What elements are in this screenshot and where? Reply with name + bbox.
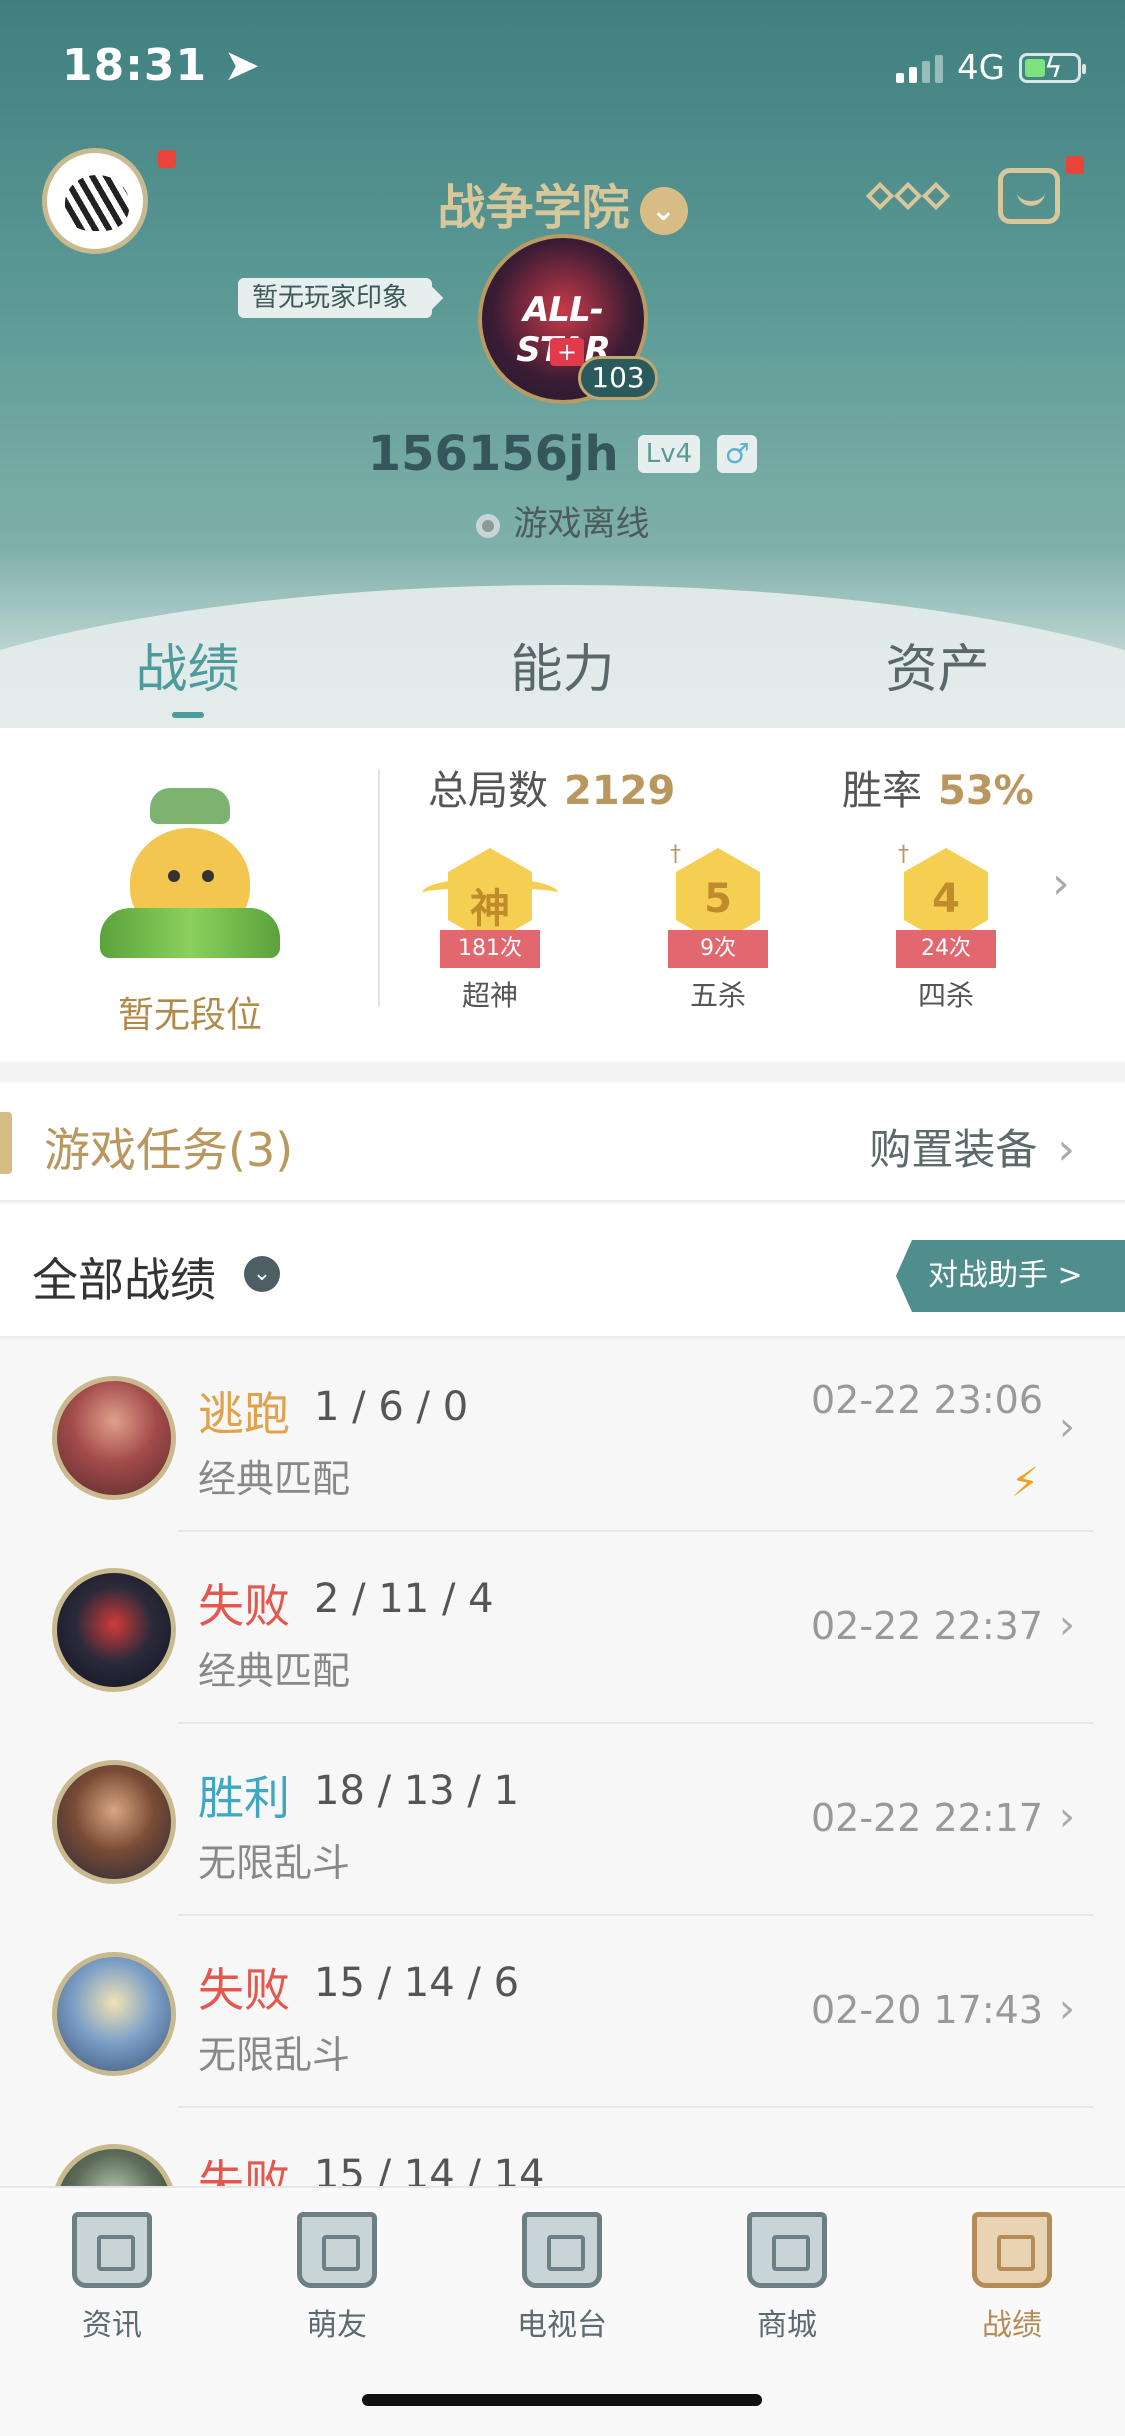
tab-assets[interactable]: 资产 [750, 620, 1125, 710]
match-time: 02-20 17:43 [810, 1988, 1043, 2032]
escape-icon: ⚡ [1010, 1460, 1039, 1506]
match-mode: 经典匹配 [198, 1649, 351, 1693]
match-list: 逃跑 1 / 6 / 0 经典匹配 02-22 23:06 › ⚡ 失败 2 /… [0, 1340, 1125, 2186]
tab-bar: 战绩 能力 资产 [0, 620, 1125, 718]
match-result: 失败 [198, 2155, 290, 2186]
badge-level: 103 [578, 356, 658, 400]
medal-legendary: 神 181次 超神 [420, 848, 560, 1012]
game-tasks-row[interactable]: 游戏任务(3) 购置装备 [0, 1082, 1125, 1202]
match-time: 02-22 22:37 [810, 1604, 1043, 1648]
signal-icon [896, 53, 944, 83]
match-kda: 18 / 13 / 1 [314, 1768, 520, 1814]
medal-label: 四杀 [917, 979, 974, 1012]
status-indicators: 4G ϟ [896, 48, 1086, 88]
divider [378, 770, 380, 1006]
match-time: 02-22 23:06 [810, 1378, 1043, 1422]
chevron-right-icon: › [1059, 1986, 1075, 2032]
chat-icon[interactable] [998, 168, 1060, 224]
chevron-right-icon: › [1059, 1794, 1075, 1840]
match-kda: 2 / 11 / 4 [314, 1576, 494, 1622]
nav-news[interactable]: 资讯 [32, 2212, 192, 2344]
username-row: 156156jh Lv4 ♂ [0, 426, 1125, 482]
chevron-right-icon[interactable]: › [1052, 858, 1070, 909]
match-result: 失败 [198, 1963, 290, 2017]
accent-bar [0, 1112, 12, 1174]
hero-avatar [52, 2144, 176, 2186]
more-icon[interactable] [865, 181, 951, 211]
username: 156156jh [367, 426, 619, 482]
rank-label: 暂无段位 [117, 995, 262, 1036]
online-status: 游戏离线 [0, 496, 1125, 545]
match-result: 胜利 [198, 1771, 290, 1825]
male-icon: ♂ [717, 435, 758, 473]
match-kda: 15 / 14 / 6 [314, 1960, 520, 2006]
shop-icon [747, 2212, 827, 2288]
level-tag: Lv4 [637, 435, 701, 473]
chevron-down-icon[interactable]: ⌄ [639, 187, 688, 235]
chevron-right-icon: › [1059, 1404, 1075, 1450]
home-indicator[interactable] [362, 2394, 762, 2406]
medal-quadrakill: † 4 24次 四杀 [876, 842, 1016, 1012]
medal-count: 24次 [896, 930, 996, 968]
records-header: 全部战绩 ⌄ 对战助手 > [0, 1204, 1125, 1338]
tv-icon [522, 2212, 602, 2288]
chevron-right-icon: › [1059, 1602, 1075, 1648]
buy-equipment-link[interactable]: 购置装备 [869, 1116, 1075, 1177]
battle-assistant-button[interactable]: 对战助手 > [896, 1240, 1125, 1312]
match-row[interactable]: 失败 2 / 11 / 4 经典匹配 02-22 22:37 › [0, 1532, 1125, 1724]
medal-count: 9次 [668, 930, 768, 968]
tab-ability[interactable]: 能力 [375, 620, 750, 710]
records-filter-label[interactable]: 全部战绩 [32, 1244, 216, 1310]
tasks-label: 游戏任务(3) [44, 1123, 294, 1177]
teemo-mascot-icon [90, 788, 290, 988]
cross-icon: + [550, 338, 584, 366]
medal-pentakill: † 5 9次 五杀 [648, 842, 788, 1012]
nav-shop[interactable]: 商城 [707, 2212, 867, 2344]
match-row[interactable]: 失败 15 / 14 / 14 [0, 2108, 1125, 2186]
medal-label: 超神 [461, 979, 518, 1012]
nav-tv[interactable]: 电视台 [482, 2212, 642, 2344]
medal-count: 181次 [440, 930, 540, 968]
sword-icon: † [670, 842, 681, 867]
battery-icon: ϟ [1019, 51, 1086, 84]
nav-friends[interactable]: 萌友 [257, 2212, 417, 2344]
sword-icon: † [898, 842, 909, 867]
total-games: 总局数 2129 [428, 768, 676, 814]
status-bar: 18:31 ➤ 4G ϟ [0, 0, 1125, 140]
notification-dot [158, 150, 176, 168]
match-result: 逃跑 [198, 1387, 290, 1441]
news-icon [72, 2212, 152, 2288]
match-time: 02-22 22:17 [810, 1796, 1043, 1840]
match-mode: 无限乱斗 [198, 2033, 351, 2077]
chat-notification-dot [1066, 156, 1084, 174]
status-time: 18:31 ➤ [62, 40, 262, 91]
impression-tag[interactable]: 暂无玩家印象 [238, 278, 433, 318]
hero-avatar [52, 1376, 176, 1500]
network-label: 4G [957, 48, 1005, 88]
status-dot-icon [475, 513, 500, 538]
medal-label: 五杀 [689, 979, 746, 1012]
summary-card[interactable]: 暂无段位 总局数 2129 胜率 53% 神 181次 超神 † 5 9次 五杀 †… [0, 728, 1125, 1062]
win-rate: 胜率 53% [842, 768, 1034, 814]
hero-avatar [52, 1952, 176, 2076]
tab-records[interactable]: 战绩 [0, 620, 375, 718]
match-row[interactable]: 失败 15 / 14 / 6 无限乱斗 02-20 17:43 › [0, 1916, 1125, 2108]
match-kda: 15 / 14 / 14 [314, 2152, 545, 2186]
match-row[interactable]: 胜利 18 / 13 / 1 无限乱斗 02-22 22:17 › [0, 1724, 1125, 1916]
nav-records[interactable]: 战绩 [932, 2212, 1092, 2344]
hero-avatar [52, 1568, 176, 1692]
chevron-down-icon[interactable]: ⌄ [244, 1256, 280, 1292]
server-title[interactable]: 战争学院 ⌄ [0, 168, 1125, 238]
profile-header: 18:31 ➤ 4G ϟ 战争学院 ⌄ 暂无玩家印象 ALL-STAR + 103… [0, 0, 1125, 730]
match-kda: 1 / 6 / 0 [314, 1384, 469, 1430]
match-row[interactable]: 逃跑 1 / 6 / 0 经典匹配 02-22 23:06 › ⚡ [0, 1340, 1125, 1532]
match-result: 失败 [198, 1579, 290, 1633]
match-mode: 无限乱斗 [198, 1841, 351, 1885]
match-mode: 经典匹配 [198, 1457, 351, 1501]
friends-icon [297, 2212, 377, 2288]
hero-avatar [52, 1760, 176, 1884]
records-icon [972, 2212, 1052, 2288]
